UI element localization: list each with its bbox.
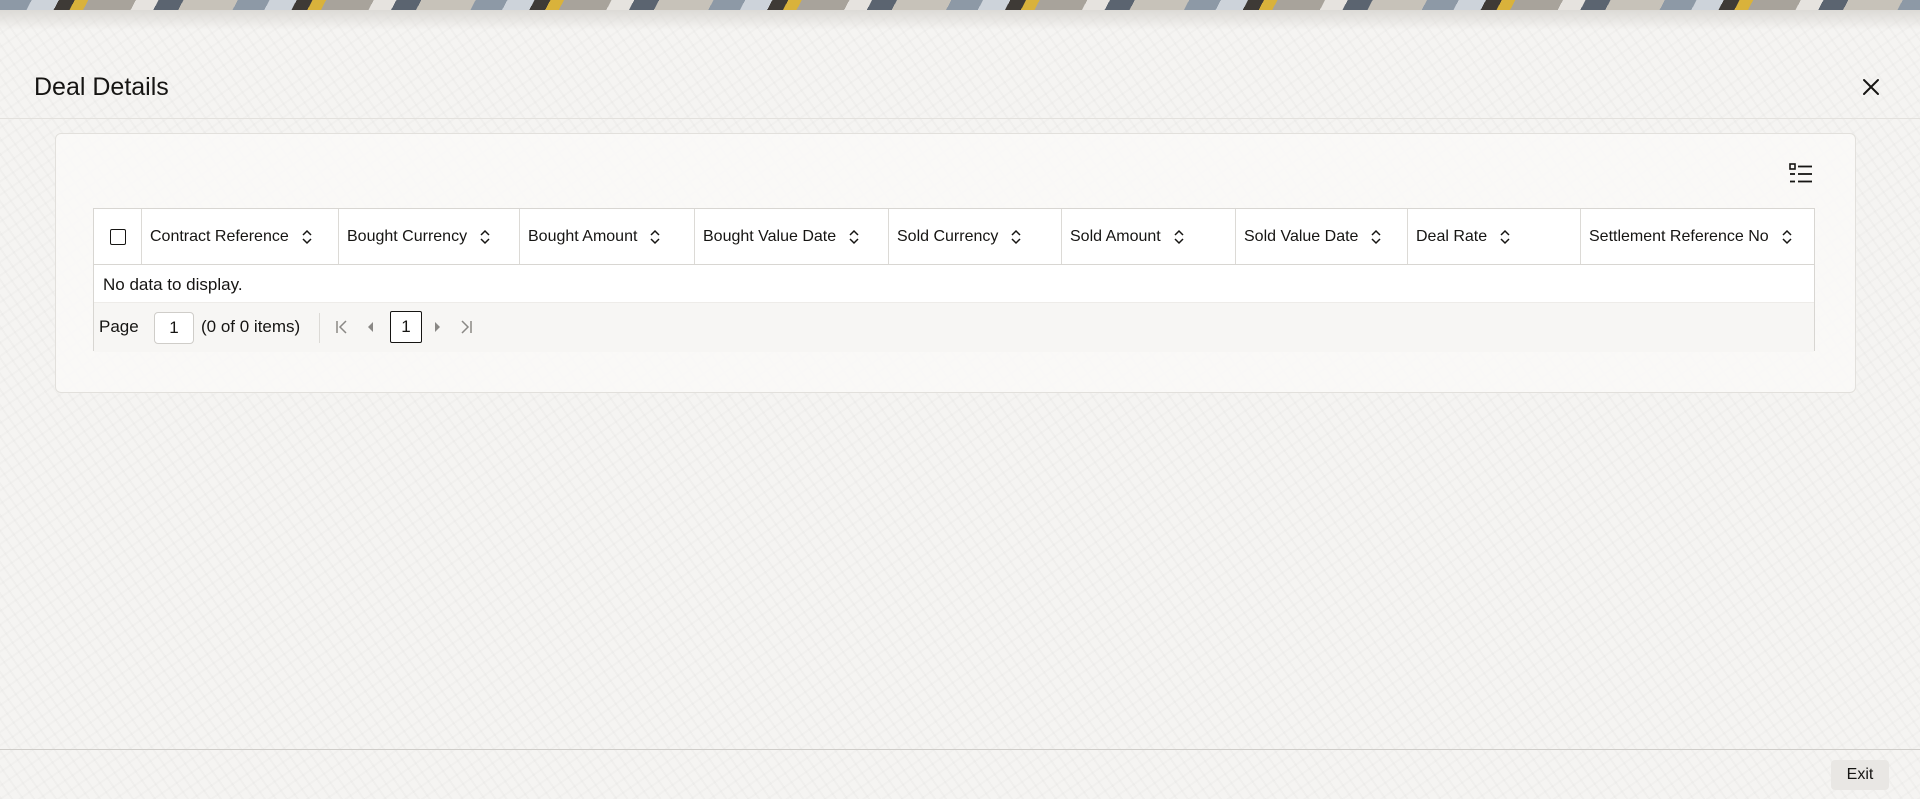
sort-icon[interactable] — [1499, 229, 1511, 245]
column-label: Bought Amount — [528, 227, 638, 245]
column-list-icon — [1789, 163, 1812, 183]
deal-details-table: Contract Reference Bought Currency Bough… — [93, 208, 1815, 352]
current-page-button[interactable]: 1 — [390, 311, 422, 343]
previous-page-icon — [368, 322, 373, 332]
table-header: Contract Reference Bought Currency Bough… — [94, 209, 1814, 265]
close-button[interactable] — [1856, 72, 1886, 102]
header-banner-fade — [0, 10, 1920, 30]
select-all-checkbox[interactable] — [109, 228, 126, 245]
column-label: Settlement Reference No — [1589, 227, 1769, 245]
column-header-contract-reference[interactable]: Contract Reference — [141, 209, 338, 264]
sort-icon[interactable] — [479, 229, 491, 245]
column-header-sold-currency[interactable]: Sold Currency — [888, 209, 1061, 264]
last-page-button[interactable] — [455, 316, 477, 338]
close-icon — [1863, 79, 1879, 95]
sort-icon[interactable] — [649, 229, 661, 245]
column-label: Contract Reference — [150, 227, 289, 245]
sort-icon[interactable] — [301, 229, 313, 245]
last-page-icon — [461, 320, 472, 334]
sort-icon[interactable] — [848, 229, 860, 245]
column-header-sold-amount[interactable]: Sold Amount — [1061, 209, 1235, 264]
column-header-bought-value-date[interactable]: Bought Value Date — [694, 209, 888, 264]
sort-icon[interactable] — [1010, 229, 1022, 245]
select-all-cell — [94, 209, 141, 264]
column-header-sold-value-date[interactable]: Sold Value Date — [1235, 209, 1407, 264]
column-chooser-button[interactable] — [1787, 160, 1815, 188]
column-label: Sold Amount — [1070, 227, 1161, 245]
pager-divider — [319, 313, 320, 343]
column-header-deal-rate[interactable]: Deal Rate — [1407, 209, 1580, 264]
empty-message: No data to display. — [103, 275, 243, 294]
footer-divider — [0, 749, 1920, 750]
exit-button[interactable]: Exit — [1831, 760, 1889, 790]
sort-icon[interactable] — [1173, 229, 1185, 245]
column-header-settlement-reference-no[interactable]: Settlement Reference No — [1580, 209, 1814, 264]
first-page-button[interactable] — [331, 316, 353, 338]
sort-icon[interactable] — [1370, 229, 1382, 245]
previous-page-button[interactable] — [359, 316, 381, 338]
header-banner — [0, 0, 1920, 10]
item-count: (0 of 0 items) — [201, 317, 301, 336]
next-page-button[interactable] — [427, 316, 449, 338]
sort-icon[interactable] — [1781, 229, 1793, 245]
page-label: Page — [99, 317, 139, 336]
first-page-icon — [336, 320, 347, 334]
title-divider — [0, 118, 1920, 119]
dialog-title: Deal Details — [34, 73, 169, 101]
column-label: Sold Currency — [897, 227, 999, 245]
column-header-bought-amount[interactable]: Bought Amount — [519, 209, 694, 264]
column-label: Bought Currency — [347, 227, 468, 245]
next-page-icon — [435, 322, 440, 332]
pagination-bar: Page (0 of 0 items) 1 — [94, 302, 1814, 352]
column-label: Bought Value Date — [703, 227, 837, 245]
page-number-input[interactable] — [154, 312, 194, 344]
column-header-bought-currency[interactable]: Bought Currency — [338, 209, 519, 264]
column-label: Sold Value Date — [1244, 227, 1359, 245]
column-label: Deal Rate — [1416, 227, 1488, 245]
